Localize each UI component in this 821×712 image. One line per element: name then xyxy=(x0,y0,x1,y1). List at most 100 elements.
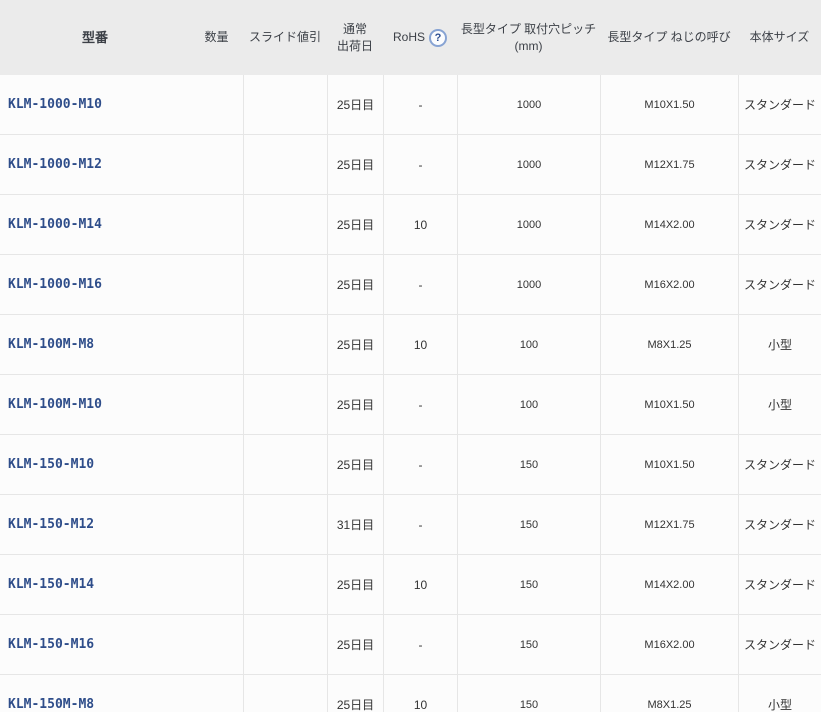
table-row: KLM-150-M12 31日目 - 150 M12X1.75 スタンダード xyxy=(0,495,821,555)
thread-cell: M16X2.00 xyxy=(600,255,738,314)
hole-pitch-cell: 1000 xyxy=(457,75,600,134)
table-row: KLM-100M-M10 25日目 - 100 M10X1.50 小型 xyxy=(0,375,821,435)
table-row: KLM-1000-M14 25日目 10 1000 M14X2.00 スタンダー… xyxy=(0,195,821,255)
quantity-cell xyxy=(190,615,243,674)
table-row: KLM-100M-M8 25日目 10 100 M8X1.25 小型 xyxy=(0,315,821,375)
part-number-link[interactable]: KLM-1000-M12 xyxy=(8,157,102,172)
ship-day-cell: 25日目 xyxy=(327,435,383,494)
rohs-help-icon[interactable]: ? xyxy=(429,29,447,47)
body-size-cell: スタンダード xyxy=(738,255,821,314)
body-size-cell: 小型 xyxy=(738,375,821,434)
hole-pitch-cell: 150 xyxy=(457,675,600,712)
slide-discount-cell xyxy=(243,495,327,554)
header-quantity: 数量 xyxy=(190,0,243,75)
slide-discount-cell xyxy=(243,555,327,614)
ship-day-cell: 25日目 xyxy=(327,195,383,254)
table-body: KLM-1000-M10 25日目 - 1000 M10X1.50 スタンダード… xyxy=(0,75,821,712)
ship-day-cell: 25日目 xyxy=(327,135,383,194)
part-number-link[interactable]: KLM-150-M12 xyxy=(8,517,94,532)
ship-day-cell: 25日目 xyxy=(327,75,383,134)
part-number-cell: KLM-100M-M10 xyxy=(0,375,190,434)
slide-discount-cell xyxy=(243,675,327,712)
ship-day-cell: 31日目 xyxy=(327,495,383,554)
part-number-link[interactable]: KLM-150-M14 xyxy=(8,577,94,592)
body-size-cell: 小型 xyxy=(738,315,821,374)
quantity-cell xyxy=(190,675,243,712)
body-size-cell: スタンダード xyxy=(738,135,821,194)
ship-day-cell: 25日目 xyxy=(327,315,383,374)
header-ship-day: 通常 出荷日 xyxy=(327,0,383,75)
quantity-cell xyxy=(190,315,243,374)
body-size-cell: スタンダード xyxy=(738,435,821,494)
thread-cell: M8X1.25 xyxy=(600,675,738,712)
quantity-cell xyxy=(190,195,243,254)
quantity-cell xyxy=(190,555,243,614)
rohs-cell: - xyxy=(383,135,457,194)
table-row: KLM-150-M16 25日目 - 150 M16X2.00 スタンダード xyxy=(0,615,821,675)
header-thread: 長型タイプ ねじの呼び xyxy=(600,0,738,75)
part-number-link[interactable]: KLM-150-M10 xyxy=(8,457,94,472)
rohs-cell: 10 xyxy=(383,315,457,374)
rohs-cell: - xyxy=(383,375,457,434)
hole-pitch-cell: 1000 xyxy=(457,255,600,314)
part-number-link[interactable]: KLM-150M-M8 xyxy=(8,697,94,712)
rohs-cell: 10 xyxy=(383,195,457,254)
part-number-cell: KLM-1000-M16 xyxy=(0,255,190,314)
part-number-link[interactable]: KLM-150-M16 xyxy=(8,637,94,652)
ship-day-cell: 25日目 xyxy=(327,615,383,674)
hole-pitch-cell: 150 xyxy=(457,615,600,674)
thread-cell: M12X1.75 xyxy=(600,495,738,554)
ship-day-cell: 25日目 xyxy=(327,675,383,712)
table-row: KLM-1000-M12 25日目 - 1000 M12X1.75 スタンダード xyxy=(0,135,821,195)
quantity-cell xyxy=(190,135,243,194)
header-hole-pitch: 長型タイプ 取付穴ピッチ (mm) xyxy=(457,0,600,75)
header-body-size: 本体サイズ xyxy=(738,0,821,75)
part-number-cell: KLM-150-M10 xyxy=(0,435,190,494)
parts-table-page: 型番 数量 スライド値引 通常 出荷日 RoHS ? 長型タイプ 取付穴ピッチ … xyxy=(0,0,821,712)
thread-cell: M16X2.00 xyxy=(600,615,738,674)
slide-discount-cell xyxy=(243,435,327,494)
part-number-link[interactable]: KLM-100M-M8 xyxy=(8,337,94,352)
rohs-cell: 10 xyxy=(383,555,457,614)
slide-discount-cell xyxy=(243,75,327,134)
hole-pitch-cell: 1000 xyxy=(457,195,600,254)
quantity-cell xyxy=(190,75,243,134)
table-header-row: 型番 数量 スライド値引 通常 出荷日 RoHS ? 長型タイプ 取付穴ピッチ … xyxy=(0,0,821,75)
thread-cell: M14X2.00 xyxy=(600,195,738,254)
ship-day-cell: 25日目 xyxy=(327,555,383,614)
header-rohs: RoHS ? xyxy=(383,0,457,75)
part-number-cell: KLM-1000-M14 xyxy=(0,195,190,254)
ship-day-cell: 25日目 xyxy=(327,255,383,314)
hole-pitch-cell: 100 xyxy=(457,375,600,434)
slide-discount-cell xyxy=(243,195,327,254)
slide-discount-cell xyxy=(243,375,327,434)
part-number-cell: KLM-1000-M10 xyxy=(0,75,190,134)
rohs-cell: - xyxy=(383,255,457,314)
header-part-number: 型番 xyxy=(0,0,190,75)
thread-cell: M10X1.50 xyxy=(600,375,738,434)
thread-cell: M10X1.50 xyxy=(600,435,738,494)
table-row: KLM-1000-M16 25日目 - 1000 M16X2.00 スタンダード xyxy=(0,255,821,315)
rohs-cell: - xyxy=(383,435,457,494)
slide-discount-cell xyxy=(243,315,327,374)
part-number-cell: KLM-150M-M8 xyxy=(0,675,190,712)
ship-day-cell: 25日目 xyxy=(327,375,383,434)
hole-pitch-cell: 150 xyxy=(457,495,600,554)
part-number-cell: KLM-100M-M8 xyxy=(0,315,190,374)
hole-pitch-cell: 1000 xyxy=(457,135,600,194)
rohs-cell: 10 xyxy=(383,675,457,712)
part-number-link[interactable]: KLM-1000-M10 xyxy=(8,97,102,112)
body-size-cell: 小型 xyxy=(738,675,821,712)
part-number-cell: KLM-150-M16 xyxy=(0,615,190,674)
thread-cell: M12X1.75 xyxy=(600,135,738,194)
table-row: KLM-150-M10 25日目 - 150 M10X1.50 スタンダード xyxy=(0,435,821,495)
thread-cell: M14X2.00 xyxy=(600,555,738,614)
part-number-link[interactable]: KLM-1000-M16 xyxy=(8,277,102,292)
part-number-link[interactable]: KLM-100M-M10 xyxy=(8,397,102,412)
slide-discount-cell xyxy=(243,135,327,194)
part-number-link[interactable]: KLM-1000-M14 xyxy=(8,217,102,232)
body-size-cell: スタンダード xyxy=(738,75,821,134)
part-number-cell: KLM-1000-M12 xyxy=(0,135,190,194)
thread-cell: M10X1.50 xyxy=(600,75,738,134)
header-rohs-label: RoHS xyxy=(393,29,425,46)
